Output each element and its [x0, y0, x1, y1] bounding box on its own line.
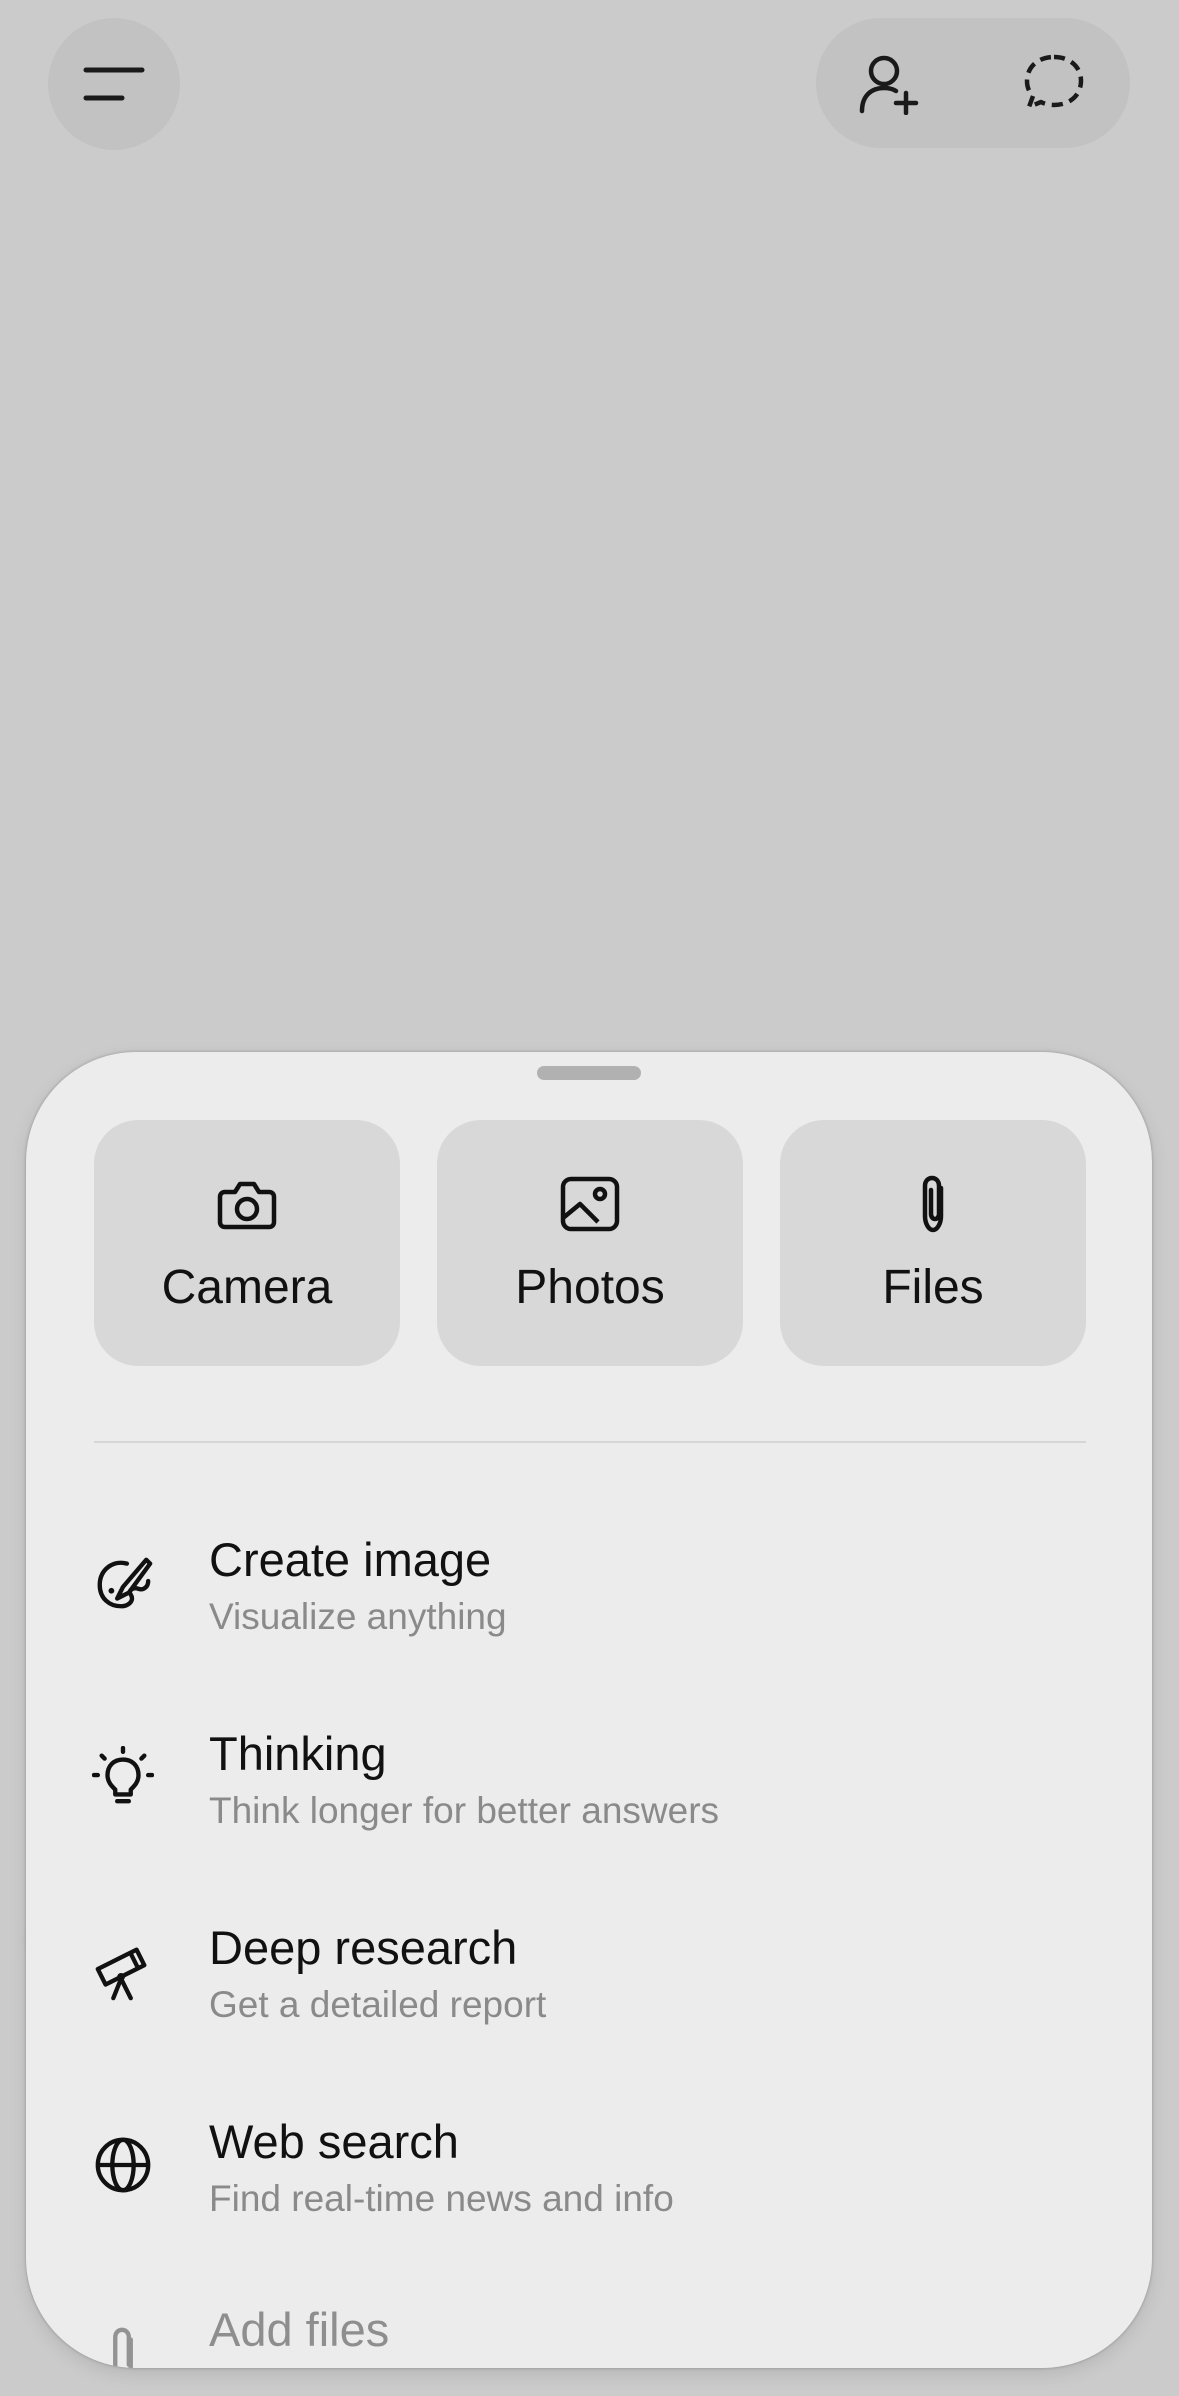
photos-icon — [560, 1176, 620, 1232]
files-label: Files — [882, 1261, 984, 1314]
globe-icon — [95, 2137, 151, 2193]
thinking-title: Thinking — [209, 1727, 387, 1780]
paperclip-icon — [922, 1175, 944, 1233]
camera-icon — [217, 1181, 277, 1230]
camera-label: Camera — [161, 1261, 333, 1314]
camera-button[interactable]: Camera — [94, 1120, 400, 1366]
deep-research-title: Deep research — [209, 1921, 518, 1974]
thinking-subtitle: Think longer for better answers — [209, 1790, 720, 1831]
attachment-tiles: Camera Photos Files — [94, 1120, 1086, 1366]
deep-research-option[interactable]: Deep research Get a detailed report — [26, 1880, 1152, 2060]
attachment-sheet: Camera Photos Files Create image Visuali… — [26, 1052, 1152, 2368]
create-image-option[interactable]: Create image Visualize anything — [26, 1492, 1152, 1672]
add-files-title: Add files — [209, 2303, 390, 2356]
web-search-option[interactable]: Web search Find real-time news and info — [26, 2074, 1152, 2254]
menu-button[interactable] — [48, 18, 180, 150]
temporary-chat-icon[interactable] — [1022, 51, 1086, 115]
files-button[interactable]: Files — [780, 1120, 1086, 1366]
lightbulb-icon — [92, 1746, 154, 1804]
photos-button[interactable]: Photos — [437, 1120, 743, 1366]
create-image-title: Create image — [209, 1533, 492, 1586]
paperclip-icon — [113, 2327, 133, 2368]
add-files-option[interactable]: Add files — [26, 2268, 1152, 2368]
web-search-subtitle: Find real-time news and info — [209, 2178, 674, 2219]
thinking-option[interactable]: Thinking Think longer for better answers — [26, 1686, 1152, 1866]
create-image-subtitle: Visualize anything — [209, 1596, 507, 1637]
divider — [94, 1441, 1086, 1443]
menu-icon — [83, 67, 145, 101]
web-search-title: Web search — [209, 2115, 459, 2168]
top-bar — [0, 0, 1179, 170]
add-person-icon[interactable] — [856, 51, 920, 115]
sheet-grabber[interactable] — [537, 1066, 641, 1080]
header-actions — [816, 18, 1130, 148]
deep-research-subtitle: Get a detailed report — [209, 1984, 547, 2025]
photos-label: Photos — [515, 1261, 665, 1314]
paint-brush-icon — [97, 1557, 153, 1609]
telescope-icon — [95, 1947, 147, 2001]
